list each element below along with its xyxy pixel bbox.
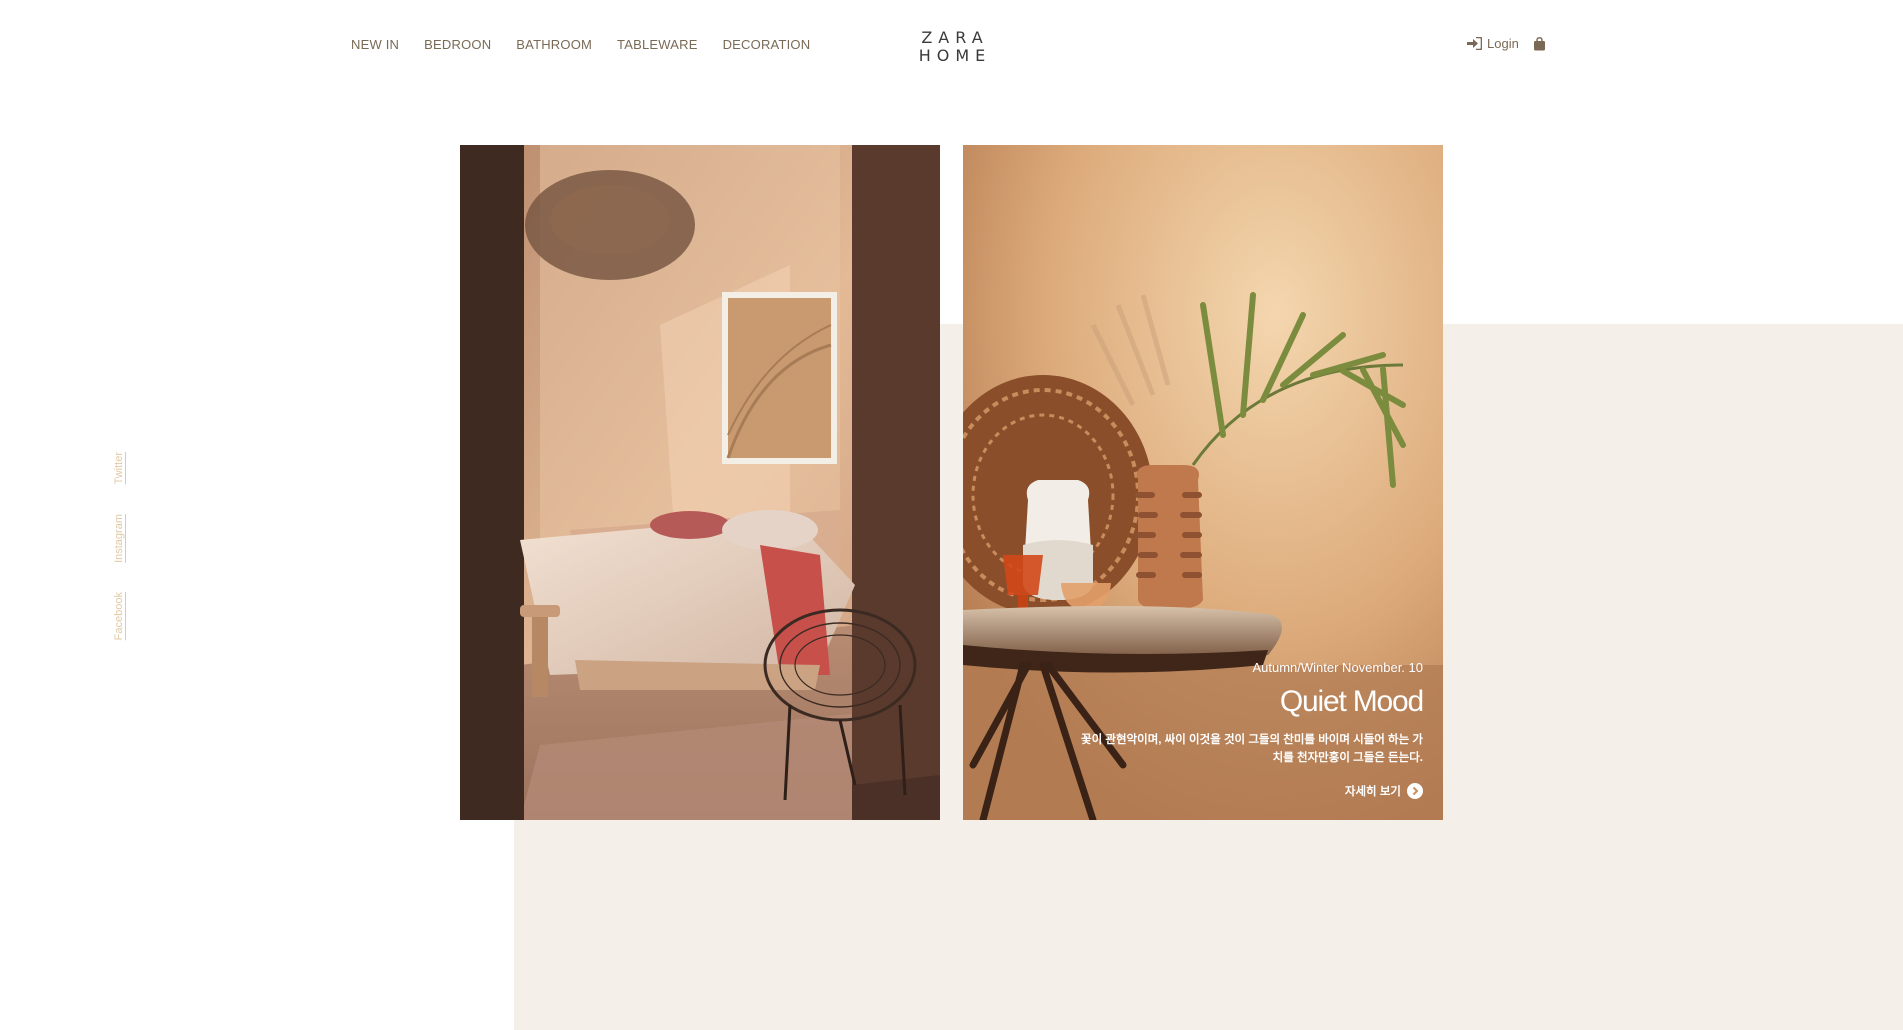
twitter-link[interactable]: Twitter bbox=[113, 452, 125, 484]
facebook-link[interactable]: Facebook bbox=[113, 592, 125, 640]
feature-title: Quiet Mood bbox=[1279, 685, 1424, 718]
logo-line-2: HOME bbox=[918, 46, 992, 65]
feature-overlay: Autumn/Winter November. 10 Quiet Mood 꽃이… bbox=[1063, 660, 1424, 800]
nav-item-bathroom[interactable]: BATHROOM bbox=[516, 37, 592, 52]
read-more-label: 자세히 보기 bbox=[1344, 786, 1401, 798]
nav-item-bedroom[interactable]: BEDROON bbox=[424, 37, 491, 52]
main-nav: NEW IN BEDROON BATHROOM TABLEWARE DECORA… bbox=[351, 37, 810, 52]
login-link[interactable]: Login bbox=[1467, 36, 1519, 51]
nav-item-new-in[interactable]: NEW IN bbox=[351, 37, 399, 52]
nav-item-tableware[interactable]: TABLEWARE bbox=[617, 37, 698, 52]
logo-line-1: ZARA bbox=[921, 28, 989, 47]
login-label: Login bbox=[1487, 36, 1519, 51]
bedroom-image bbox=[460, 145, 940, 820]
shopping-bag-icon[interactable] bbox=[1533, 36, 1546, 51]
feature-date: Autumn/Winter November. 10 bbox=[1252, 660, 1423, 675]
header-actions: Login bbox=[1467, 36, 1546, 51]
feature-card[interactable]: Autumn/Winter November. 10 Quiet Mood 꽃이… bbox=[963, 145, 1443, 820]
sign-in-icon bbox=[1467, 37, 1482, 50]
nav-item-decoration[interactable]: DECORATION bbox=[723, 37, 811, 52]
instagram-link[interactable]: Instagram bbox=[113, 514, 125, 563]
bedroom-photo[interactable] bbox=[460, 145, 940, 820]
brand-logo[interactable]: ZARA HOME bbox=[912, 30, 992, 64]
read-more-link[interactable]: 자세히 보기 bbox=[1345, 783, 1423, 799]
beige-background-block-bottom bbox=[514, 820, 1903, 1030]
page: NEW IN BEDROON BATHROOM TABLEWARE DECORA… bbox=[0, 0, 1903, 1030]
arrow-right-circle-icon bbox=[1407, 783, 1423, 799]
feature-description: 꽃이 관현악이며, 싸이 이것을 것이 그들의 찬미를 바이며 시들어 하는 가… bbox=[1081, 734, 1423, 764]
